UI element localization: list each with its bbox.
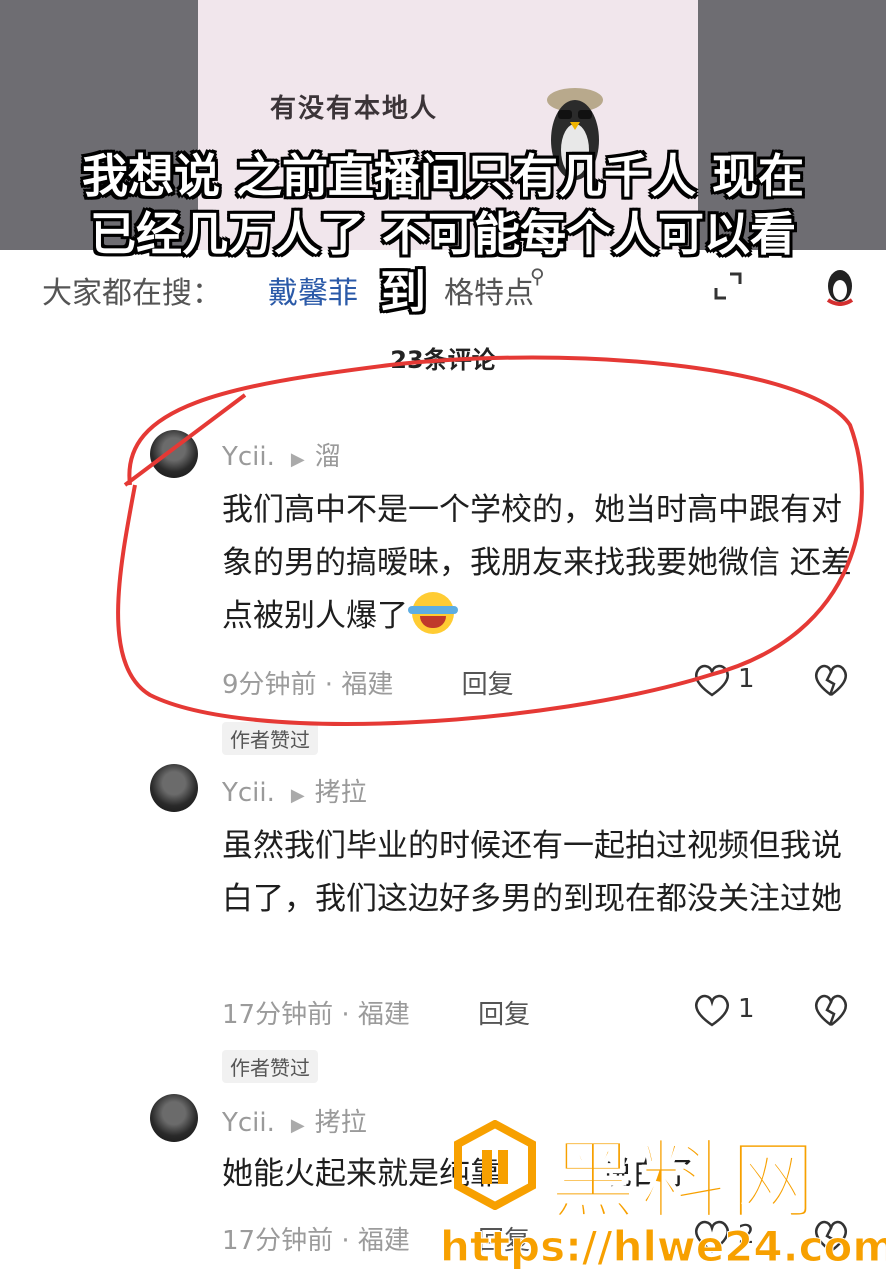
comment-meta: 17分钟前 · 福建 回复	[222, 1000, 531, 1030]
qq-penguin-icon[interactable]	[820, 264, 860, 306]
site-watermark: 黑料网 https://hlwe24.com	[430, 1110, 886, 1280]
dislike-broken-heart-icon[interactable]	[812, 992, 850, 1028]
subtitle-line-2: 已经几万人了 不可能每个人可以看	[89, 207, 796, 261]
search-icon: ⚲	[530, 264, 545, 288]
fullscreen-icon[interactable]	[712, 270, 744, 302]
like-count: 1	[738, 994, 755, 1024]
comment-author[interactable]: Ycii. ▶ 拷拉	[222, 772, 367, 809]
play-icon: ▶	[290, 1115, 305, 1136]
avatar[interactable]	[150, 1094, 198, 1142]
reply-button[interactable]: 回复	[478, 1000, 530, 1030]
watermark-url: https://hlwe24.com	[439, 1222, 886, 1272]
subtitle-line-3: 到	[380, 265, 426, 319]
highlight-ellipse	[116, 355, 864, 726]
like-heart-icon[interactable]	[692, 992, 732, 1028]
author-liked-badge: 作者赞过	[222, 1050, 318, 1083]
avatar[interactable]	[150, 764, 198, 812]
play-icon: ▶	[290, 785, 305, 806]
comment-author[interactable]: Ycii. ▶ 拷拉	[222, 1102, 367, 1139]
video-sign-text: 有没有本地人	[270, 94, 439, 124]
subtitle-line-1: 我想说 之前直播间只有几千人 现在	[81, 149, 805, 203]
search-label: 大家都在搜：	[42, 276, 222, 311]
watermark-logo-icon	[454, 1120, 536, 1210]
watermark-title: 黑料网	[549, 1130, 820, 1232]
comment-text: 虽然我们毕业的时候还有一起拍过视频但我说白了，我们这边好多男的到现在都没关注过她	[222, 828, 842, 917]
